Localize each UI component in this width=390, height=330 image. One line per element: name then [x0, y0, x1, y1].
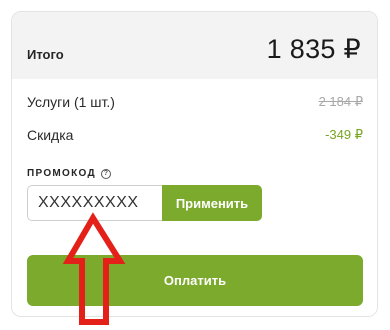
total-value: 1 835 ₽ [266, 34, 361, 64]
discount-label: Скидка [27, 127, 74, 143]
services-label: Услуги (1 шт.) [27, 94, 115, 110]
pay-button[interactable]: Оплатить [27, 255, 363, 306]
promo-code-label: ПРОМОКОД [27, 168, 96, 179]
question-circle-icon[interactable]: ? [100, 168, 111, 179]
total-label: Итого [27, 47, 64, 62]
discount-value: -349 ₽ [325, 127, 363, 142]
promo-code-heading: ПРОМОКОД ? [27, 168, 111, 179]
promo-code-input[interactable] [27, 185, 163, 221]
apply-promo-button[interactable]: Применить [162, 185, 262, 221]
total-header: Итого 1 835 ₽ [12, 12, 377, 79]
services-old-price: 2 184 ₽ [318, 94, 363, 109]
order-summary-card: Итого 1 835 ₽ Услуги (1 шт.) 2 184 ₽ Ски… [11, 11, 378, 317]
